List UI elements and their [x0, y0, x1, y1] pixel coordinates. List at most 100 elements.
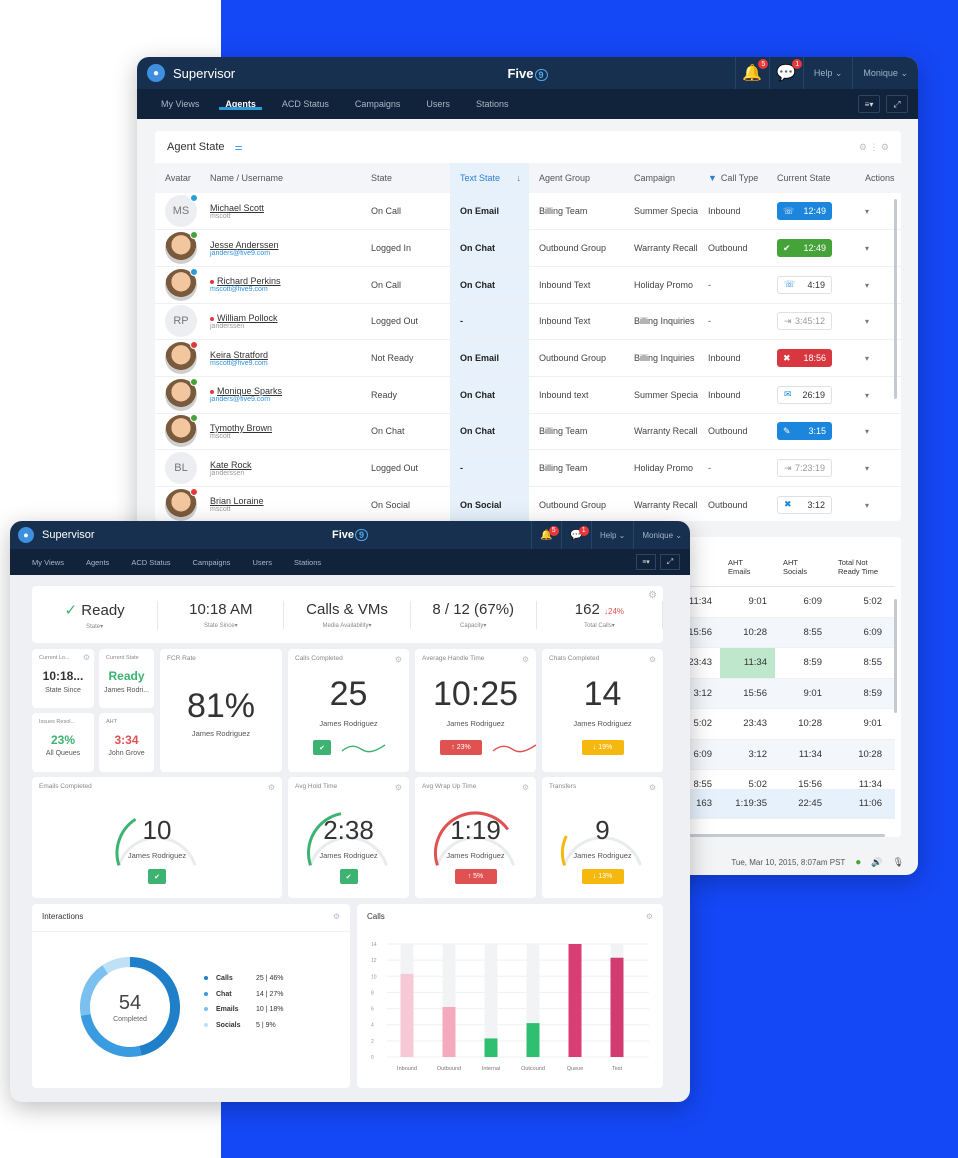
col-campaign[interactable]: Campaign [624, 163, 698, 193]
donut-slice-socials[interactable] [102, 957, 131, 974]
panel-actions[interactable]: ⚙ ⋮ ⚙ [859, 142, 889, 153]
avatar[interactable] [165, 377, 198, 411]
stats-row[interactable]: 11:34 9:01 6:09 5:02 [675, 587, 895, 618]
kpi-media-availability[interactable]: Calls & VMs Media Availability▾ [284, 601, 411, 629]
bar-internal[interactable] [484, 1038, 498, 1057]
current-state-badge[interactable]: ✉ 26:19 [777, 385, 832, 404]
avatar[interactable] [165, 267, 198, 301]
col-text-state[interactable]: Text State ↓ [450, 163, 529, 193]
help-menu[interactable]: Help ⌄ [802, 57, 853, 89]
table-row[interactable]: Brian Loraine mscott On Social On Social Out… [155, 486, 901, 521]
agent-name-link[interactable]: William Pollock [217, 313, 278, 323]
nav-stations[interactable]: Stations [476, 99, 509, 109]
legend-item[interactable]: Chat 14 | 27% [204, 987, 284, 1003]
kpi-capacity[interactable]: 8 / 12 (67%) Capacity▾ [411, 601, 537, 629]
stats-row[interactable]: 6:09 3:12 11:34 10:28 [675, 739, 895, 770]
col-current-state[interactable]: Current State [767, 163, 855, 193]
chevron-down-icon[interactable]: ▾ [865, 281, 869, 290]
nav-campaigns[interactable]: Campaigns [193, 558, 231, 567]
agent-name-link[interactable]: Brian Loraine [210, 496, 264, 506]
current-state-badge[interactable]: ✔ 12:49 [777, 239, 832, 258]
table-row[interactable]: RP William Pollock janderssen Logged Out - In… [155, 303, 901, 341]
agent-name-link[interactable]: Monique Sparks [217, 386, 282, 396]
chevron-down-icon[interactable]: ▾ [865, 207, 869, 216]
microphone-icon[interactable]: 🎙 [893, 857, 904, 868]
chevron-down-icon[interactable]: ▾ [865, 464, 869, 473]
avatar[interactable] [165, 414, 198, 448]
stats-row[interactable]: 15:56 10:28 8:55 6:09 [675, 617, 895, 648]
help-menu[interactable]: Help ⌄ [590, 521, 633, 549]
agent-name-link[interactable]: Richard Perkins [217, 276, 281, 286]
table-row[interactable]: Richard Perkins mscott@five9.com On Call On… [155, 266, 901, 304]
table-row[interactable]: Tymothy Brown mscott On Chat On Chat Billing… [155, 413, 901, 451]
col-avatar[interactable]: Avatar [155, 163, 200, 193]
nav-campaigns[interactable]: Campaigns [355, 99, 401, 109]
bar-queue[interactable] [568, 944, 582, 1057]
chevron-down-icon[interactable]: ▾ [865, 354, 869, 363]
gear-icon[interactable]: ⚙ [648, 590, 657, 601]
nav-agents[interactable]: Agents [86, 558, 109, 567]
current-state-badge[interactable]: ✖ 3:12 [777, 495, 832, 514]
filter-icon[interactable]: ⚌ [235, 142, 243, 153]
kpi-total-calls[interactable]: 162 ↓24% Total Calls▾ [537, 601, 664, 629]
stats-row[interactable]: 23:43 11:34 8:59 8:55 [675, 647, 895, 679]
table-row[interactable]: Jesse Anderssen janders@five9.com Logged I… [155, 229, 901, 267]
gear-icon[interactable]: ⚙ [649, 655, 656, 664]
chevron-down-icon[interactable]: ▾ [865, 501, 869, 510]
current-state-badge[interactable]: ✖ 18:56 [777, 349, 832, 368]
agent-name-link[interactable]: Michael Scott [210, 203, 264, 213]
col-name[interactable]: Name / Username [200, 163, 361, 193]
horizontal-scrollbar[interactable] [685, 834, 885, 837]
stats-col-header[interactable]: AHT Socials [775, 558, 830, 576]
avatar[interactable] [165, 341, 198, 375]
notifications-button[interactable]: 🔔 5 [734, 57, 769, 89]
gear-icon[interactable]: ⚙ [333, 912, 340, 921]
avatar[interactable] [165, 487, 198, 521]
current-state-badge[interactable]: ⇥ 7:23:19 [777, 459, 832, 478]
bar-outcound[interactable] [526, 1023, 540, 1057]
stats-row[interactable]: 5:02 23:43 10:28 9:01 [675, 709, 895, 740]
user-menu[interactable]: Monique ⌄ [633, 521, 690, 549]
stats-col-header[interactable]: AHT Emails [720, 558, 775, 576]
agent-name-link[interactable]: Tymothy Brown [210, 423, 272, 433]
nav-acd-status[interactable]: ACD Status [282, 99, 329, 109]
bar-inbound[interactable] [400, 973, 414, 1057]
legend-item[interactable]: Emails 10 | 18% [204, 1002, 284, 1018]
messages-button[interactable]: 💬 1 [768, 57, 803, 89]
col-agent-group[interactable]: Agent Group [529, 163, 624, 193]
bar-outbound[interactable] [442, 1006, 456, 1057]
nav-stations[interactable]: Stations [294, 558, 321, 567]
gear-icon[interactable]: ⚙ [83, 653, 90, 662]
avatar[interactable]: MS [165, 194, 198, 228]
current-state-badge[interactable]: ☏ 12:49 [777, 202, 832, 221]
user-menu[interactable]: Monique ⌄ [852, 57, 918, 89]
view-settings-button[interactable]: ≡▾ [858, 95, 880, 113]
kpi-state-since[interactable]: 10:18 AM State Since▾ [158, 601, 285, 629]
current-state-badge[interactable]: ⇥ 3:45:12 [777, 312, 832, 331]
current-state-badge[interactable]: ☏ 4:19 [777, 275, 832, 294]
legend-item[interactable]: Calls 25 | 46% [204, 971, 284, 987]
messages-button[interactable]: 💬 1 [560, 521, 591, 549]
expand-icon[interactable]: ⤢ [886, 95, 908, 113]
col-call-type[interactable]: ▼ Call Type [698, 163, 767, 193]
kpi-state[interactable]: ✓ Ready State▾ [32, 601, 159, 630]
table-row[interactable]: BL Kate Rock janderssen Logged Out - Billing … [155, 449, 901, 487]
agent-name-link[interactable]: Keira Stratford [210, 350, 268, 360]
expand-icon[interactable]: ⤢ [660, 554, 680, 570]
table-row[interactable]: MS Michael Scott mscott On Call On Email Bill… [155, 193, 901, 231]
avatar[interactable]: RP [165, 305, 197, 338]
agent-name-link[interactable]: Kate Rock [210, 460, 252, 470]
agent-name-link[interactable]: Jesse Anderssen [210, 240, 279, 250]
nav-users[interactable]: Users [252, 558, 272, 567]
col-state[interactable]: State [361, 163, 450, 193]
nav-my-views[interactable]: My Views [32, 558, 64, 567]
gear-icon[interactable]: ⚙ [522, 655, 529, 664]
notifications-button[interactable]: 🔔 5 [530, 521, 561, 549]
nav-my-views[interactable]: My Views [161, 99, 199, 109]
table-row[interactable]: Keira Stratford mscott@five9.com Not Ready… [155, 339, 901, 377]
chevron-down-icon[interactable]: ▾ [865, 427, 869, 436]
avatar[interactable]: BL [165, 452, 197, 485]
speaker-icon[interactable]: 🔊 [871, 857, 882, 868]
table-scrollbar[interactable] [894, 199, 897, 399]
legend-item[interactable]: Socials 5 | 9% [204, 1018, 284, 1034]
